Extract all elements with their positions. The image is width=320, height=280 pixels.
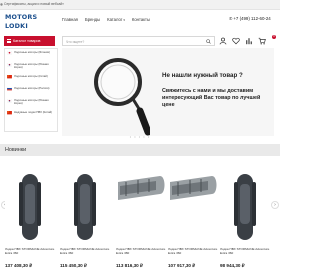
sidebar-item-motors-korea-2[interactable]: Лодочные моторы (Южная Корея) [5, 97, 57, 109]
product-image [118, 176, 165, 200]
sidebar-item-label: Надувные лодки ПВХ (Китай) [14, 110, 53, 114]
info-icon [0, 2, 3, 6]
catalog-button[interactable]: Каталог товаров [4, 36, 55, 46]
flag-korea-icon [7, 63, 12, 67]
product-name[interactable]: Лодка ПВХ STORMLINE Adventure Extra 380 [116, 247, 168, 256]
product-name[interactable]: Лодка ПВХ STORMLINE Adventure Extra 360 [5, 247, 57, 256]
sidebar-item-label: Лодочные моторы (Россия) [14, 86, 50, 90]
nav-item-catalog-label: Каталог [107, 17, 123, 22]
nav-item-home[interactable]: Главная [62, 17, 78, 22]
product-image [19, 174, 41, 240]
sidebar-item-label: Лодочные моторы (Япония) [14, 50, 50, 54]
top-info-bar: Сертификаты, акции и новый вебсайт [0, 0, 280, 10]
cart-icon[interactable] [258, 37, 266, 45]
product-name[interactable]: Лодка ПВХ STORMLINE Adventure Extra 360 [168, 247, 220, 256]
phone-number[interactable]: ✆+7 (499) 112-60-24 [229, 16, 271, 21]
promo-banner[interactable]: Не нашли нужный товар ? Свяжитесь с нами… [62, 48, 274, 136]
product-price: 113 816,30 ₽ [116, 263, 143, 268]
compare-icon[interactable] [245, 37, 253, 45]
sidebar-item-label: Лодочные моторы (Южная Корея) [14, 98, 49, 106]
search-placeholder: Что ищете? [66, 39, 85, 44]
product-price: 137 408,30 ₽ [5, 263, 33, 268]
banner-heading: Не нашли нужный товар ? [162, 72, 243, 79]
menu-icon [7, 39, 11, 43]
chevron-down-icon: ▾ [123, 18, 125, 22]
logo-line-2: LODKI [5, 22, 28, 30]
catalog-button-label: Каталог товаров [13, 38, 41, 43]
heart-icon[interactable] [232, 37, 240, 45]
phone-number-text: +7 (499) 112-60-24 [233, 16, 271, 21]
sidebar-item-label: Лодочные моторы (Китай) [14, 74, 48, 78]
flag-russia-icon [7, 87, 12, 91]
sidebar-item-motors-russia[interactable]: Лодочные моторы (Россия) [5, 85, 57, 97]
carousel-dots[interactable]: • • • • • [0, 134, 280, 139]
product-image [74, 174, 96, 240]
flag-korea-icon [7, 99, 12, 103]
product-card[interactable]: Лодка ПВХ STORMLINE Adventure Extra 380 … [116, 160, 166, 278]
product-name[interactable]: Лодка ПВХ STORMLINE Adventure Extra 360 [220, 247, 272, 256]
magnifier-icon [94, 58, 150, 136]
carousel-next-button[interactable]: › [271, 201, 279, 209]
product-card[interactable]: Лодка ПВХ STORMLINE Adventure Extra 360 … [5, 160, 55, 278]
sidebar-item-motors-korea[interactable]: Лодочные моторы (Южная Корея) [5, 61, 57, 73]
logo-line-1: MOTORS [5, 13, 38, 21]
top-info-text[interactable]: Сертификаты, акции и новый вебсайт [4, 2, 64, 6]
nav-item-brands[interactable]: Бренды [85, 17, 100, 22]
flag-china-icon [7, 111, 12, 115]
user-icon[interactable] [219, 37, 227, 45]
sidebar-item-boats-china[interactable]: Надувные лодки ПВХ (Китай) [5, 109, 57, 121]
flag-china-icon [7, 75, 12, 79]
category-sidebar: Лодочные моторы (Япония) Лодочные моторы… [4, 48, 58, 132]
product-image [234, 174, 256, 240]
product-card[interactable]: Лодка ПВХ STORMLINE Adventure Extra 360 … [60, 160, 110, 278]
product-price: 98 944,30 ₽ [220, 263, 245, 268]
product-name[interactable]: Лодка ПВХ STORMLINE Adventure Extra 360 [60, 247, 112, 256]
sidebar-item-motors-china[interactable]: Лодочные моторы (Китай) [5, 73, 57, 85]
product-price: 115 450,30 ₽ [60, 263, 87, 268]
product-card[interactable]: Лодка ПВХ STORMLINE Adventure Extra 360 … [220, 160, 270, 278]
phone-icon: ✆ [229, 16, 233, 21]
search-icon[interactable] [206, 39, 211, 44]
product-image [170, 176, 217, 200]
main-nav: Главная Бренды Каталог▾ Контакты [62, 17, 150, 22]
novelties-title: Новинки [5, 147, 27, 153]
sidebar-item-label: Лодочные моторы (Южная Корея) [14, 62, 49, 70]
sidebar-item-motors-japan[interactable]: Лодочные моторы (Япония) [5, 49, 57, 61]
nav-item-contacts[interactable]: Контакты [132, 17, 150, 22]
site-logo[interactable]: MOTORS LODKI [5, 13, 39, 32]
flag-japan-icon [7, 51, 12, 55]
banner-subheading: Свяжитесь с нами и мы доставим интересую… [162, 88, 261, 108]
header-icons [219, 36, 266, 46]
cart-count-badge: 0 [272, 35, 276, 39]
product-card[interactable]: Лодка ПВХ STORMLINE Adventure Extra 360 … [168, 160, 218, 278]
nav-item-catalog[interactable]: Каталог▾ [107, 17, 125, 22]
novelties-header: Новинки [0, 144, 280, 156]
search-input[interactable]: Что ищете? [62, 36, 215, 46]
product-price: 107 917,30 ₽ [168, 263, 196, 268]
